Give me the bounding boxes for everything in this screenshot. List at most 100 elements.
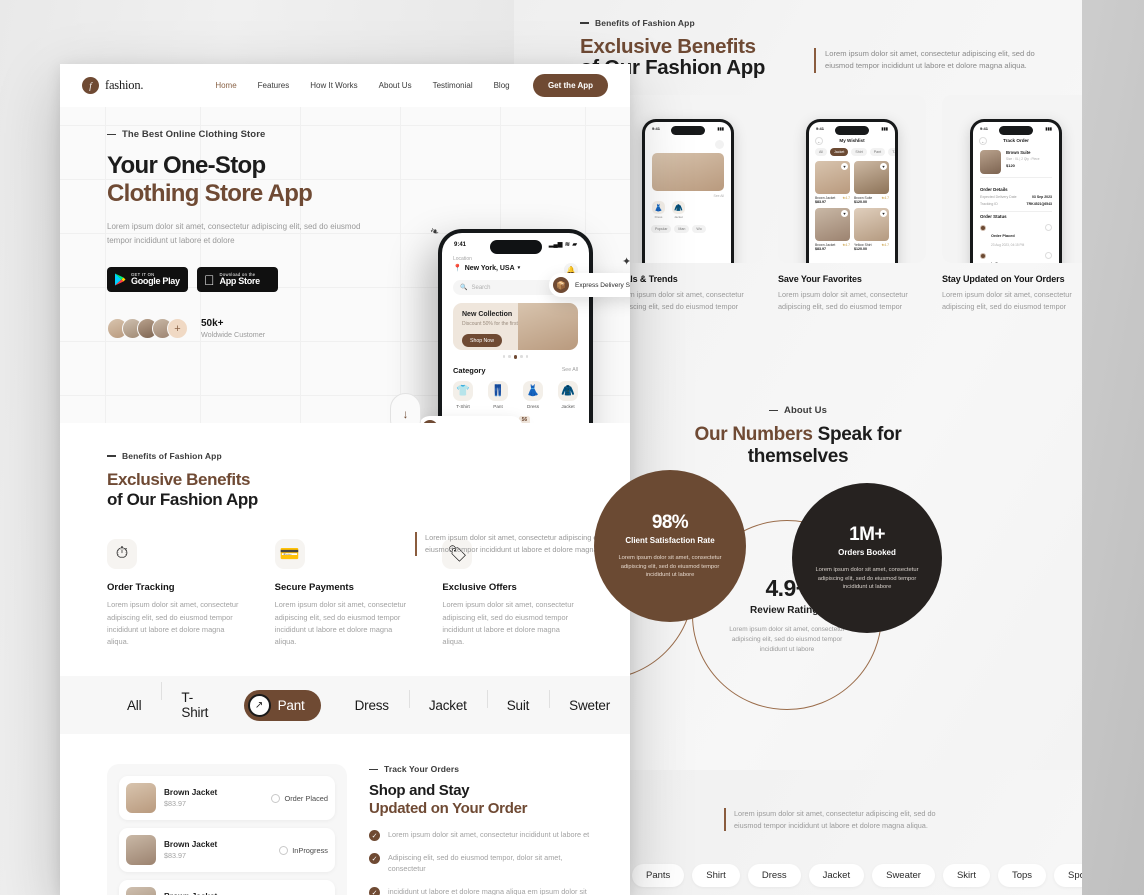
filter-item-all[interactable]: All — [107, 698, 161, 713]
mini-detail-row: Expected Delivery Date 03 Sep 2023 — [980, 195, 1052, 199]
heart-icon[interactable]: ♥ — [841, 210, 848, 217]
logo[interactable]: f fashion. — [82, 77, 144, 94]
filter-item-tshirt[interactable]: T-Shirt — [161, 682, 229, 720]
order-card[interactable]: Brown Jacket $83.97 InProgress — [119, 828, 335, 873]
mini-header-title: Track Order — [1003, 138, 1029, 143]
stat-number: 1M+ — [849, 523, 885, 545]
back-arrow-icon[interactable]: ← — [815, 137, 823, 145]
google-play-icon — [115, 273, 126, 286]
nav-link-home[interactable]: Home — [215, 81, 236, 90]
location-value-row[interactable]: 📍 New York, USA ▾ — [453, 264, 578, 273]
seller-pill[interactable]: Tops — [997, 863, 1047, 887]
heart-icon[interactable]: ♥ — [880, 210, 887, 217]
nav-link-blog[interactable]: Blog — [494, 81, 510, 90]
mini-chip[interactable]: Popular — [651, 225, 672, 233]
order-thumbnail — [126, 783, 156, 814]
promo-shop-now-button[interactable]: Shop Now — [462, 334, 502, 347]
nav-link-about-us[interactable]: About Us — [379, 81, 412, 90]
seller-pill[interactable]: Skirt — [942, 863, 990, 887]
bg-about-title-brown: Our Numbers — [694, 424, 813, 445]
mini-chip[interactable]: T-Shirt — [888, 148, 895, 156]
benefit-title: Secure Payments — [274, 582, 354, 594]
filter-item-suit[interactable]: Suit — [486, 689, 549, 713]
order-name: Brown Jacket — [164, 788, 218, 798]
mini-product-name: Brown Suite — [1006, 150, 1031, 155]
mini-section-order-details: Order Details — [980, 187, 1008, 192]
seller-pill[interactable]: Jacket — [808, 863, 865, 887]
benefit-card-order-tracking: ⏱ Order Tracking Lorem ipsum dolor sit a… — [107, 539, 248, 648]
phone-promo-banner[interactable]: New Collection Discount 50% for the firs… — [453, 303, 578, 350]
nav-link-how-it-works[interactable]: How It Works — [310, 81, 357, 90]
dash-icon — [369, 768, 378, 770]
avatar-more[interactable]: + — [167, 318, 188, 340]
mini-chip-active[interactable]: Jacket — [830, 148, 849, 156]
track-orders-section: Brown Jacket $83.97 Order Placed Brown J… — [60, 734, 630, 895]
mini-chip[interactable]: All — [815, 148, 827, 156]
benefits-eyebrow: Benefits of Fashion App — [107, 451, 583, 461]
seller-pill[interactable]: Sportswear — [1054, 863, 1082, 887]
stat-label: Orders Booked — [838, 547, 896, 557]
mini-chip[interactable]: Shirt — [851, 148, 867, 156]
mini-product-tile[interactable]: ♥ Brown Jacket ★4.7 $83.97 — [815, 208, 850, 251]
bg-feature-card[interactable]: 9:41▮▮▮ ← Track Order Brown Suite Size — [942, 95, 1082, 313]
logo-mark-icon: f — [82, 77, 99, 94]
google-play-badge[interactable]: GET IT ON Google Play — [107, 267, 188, 293]
category-name: Jacket — [561, 403, 575, 409]
filter-item-sweter[interactable]: Sweter — [549, 689, 630, 713]
filter-item-dress[interactable]: Dress — [335, 698, 409, 713]
bg-feature-card[interactable]: 9:41 ▮▮▮ ← My Wishlist All Jacket Shirt P… — [778, 95, 926, 313]
bg-card-phone-shell: 9:41 ▮▮▮ See All 👗 Dress 🧥 Jacket Popula… — [614, 95, 762, 263]
heart-icon[interactable]: ♥ — [880, 163, 887, 170]
order-card[interactable]: Brown Jacket $83.97 Shipped — [119, 880, 335, 895]
heart-icon[interactable]: ♥ — [841, 163, 848, 170]
category-see-all[interactable]: See All — [562, 367, 578, 373]
status-dot-icon — [980, 225, 986, 231]
order-placed-icon — [271, 793, 281, 803]
filter-item-jacket[interactable]: Jacket — [408, 689, 487, 713]
nav-link-features[interactable]: Features — [258, 81, 290, 90]
category-item[interactable]: 👖 Pant — [488, 380, 508, 409]
stat-desc: Lorem ipsum dolor sit amet, consectetur … — [618, 554, 722, 579]
nav-link-testimonial[interactable]: Testimonial — [433, 81, 473, 90]
track-title: Shop and Stay Updated on Your Order — [369, 782, 599, 818]
hero-copy: The Best Online Clothing Store Your One-… — [107, 129, 407, 340]
seller-pill[interactable]: Dress — [747, 863, 801, 887]
mini-status-step: In Progress 23 Aug 2023, 10:54 PM — [973, 247, 1059, 263]
headset-icon: 🎧 — [422, 420, 438, 423]
phone-categories: 👕 T-Shirt 👖 Pant 👗 Dress 🧥 Jacket — [442, 375, 589, 409]
category-item[interactable]: 👗 Dress — [523, 380, 543, 409]
mini-product-tile[interactable]: ♥ Yellow Shirt ★4.7 $120.00 — [854, 208, 889, 251]
order-card[interactable]: Brown Jacket $83.97 Order Placed — [119, 776, 335, 821]
benefit-card-secure-payments: 💳 Secure Payments Lorem ipsum dolor sit … — [274, 539, 416, 648]
tshirt-icon: 👕 — [453, 380, 473, 401]
get-the-app-button[interactable]: Get the App — [532, 74, 608, 97]
mini-header-title: My Wishlist — [839, 138, 865, 143]
location-value: New York, USA — [464, 264, 515, 272]
bg-about-title-rest: Speak for — [812, 424, 902, 445]
app-store-badge[interactable]:  Download on the App Store — [197, 267, 278, 293]
category-item[interactable]: 👕 T-Shirt — [453, 380, 473, 409]
social-count: 50k+ — [201, 318, 224, 330]
seller-pill[interactable]: Shirt — [692, 863, 740, 887]
phone-category-header: Category See All — [442, 359, 589, 375]
mini-phone-screen: 9:41▮▮▮ ← Track Order Brown Suite Size — [973, 122, 1059, 263]
order-price: $83.97 — [164, 799, 186, 809]
filter-item-pant-selected[interactable]: ↗ Pant — [243, 689, 321, 721]
back-arrow-icon[interactable]: ← — [979, 137, 987, 145]
phone-status-icons: ▂▄▆ ≋ ▰ — [549, 241, 577, 248]
seller-pill[interactable]: Pants — [631, 863, 685, 887]
bg-card-desc: Lorem ipsum dolor sit amet, consectetur … — [942, 290, 1072, 311]
mini-product-tile[interactable]: ♥ Brown Jacket ★4.7 $83.97 — [815, 161, 850, 204]
mini-product-tile[interactable]: ♥ Brown Suite ★4.7 $120.00 — [854, 161, 889, 204]
track-title-line2: Updated on Your Order — [369, 800, 528, 818]
seller-pill[interactable]: Sweater — [872, 863, 935, 887]
hero-eyebrow: The Best Online Clothing Store — [107, 129, 407, 140]
bg-feature-card[interactable]: 9:41 ▮▮▮ See All 👗 Dress 🧥 Jacket Popula… — [614, 95, 762, 313]
scroll-down-button[interactable]: ↓ — [390, 393, 421, 423]
mini-chip[interactable]: Pant — [869, 148, 886, 156]
mini-chip[interactable]: Wo — [692, 225, 706, 233]
mini-product-price: $120 — [1006, 163, 1015, 168]
category-item[interactable]: 🧥 Jacket — [558, 380, 578, 409]
mini-chip[interactable]: Man — [674, 225, 690, 233]
check-icon: ✓ — [369, 887, 380, 895]
